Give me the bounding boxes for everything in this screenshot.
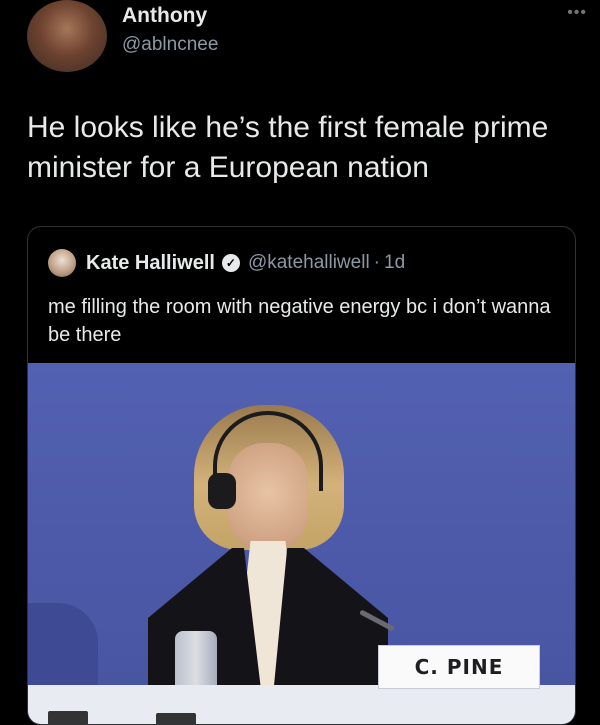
- quote-tweet-card[interactable]: Kate Halliwell ✓ @katehalliwell · 1d me …: [27, 226, 576, 725]
- verified-badge-icon: ✓: [221, 254, 240, 272]
- separator-dot: ·: [373, 252, 380, 273]
- table: [28, 685, 575, 724]
- device-left: [48, 711, 88, 724]
- tweet-header: Anthony @ablncnee •••: [27, 0, 587, 80]
- quote-text: me filling the room with negative energy…: [48, 296, 551, 346]
- quote-timestamp[interactable]: 1d: [384, 252, 405, 274]
- quote-photo[interactable]: C. PINE: [28, 363, 575, 724]
- author-avatar[interactable]: [27, 0, 107, 72]
- quote-header: Kate Halliwell ✓ @katehalliwell · 1d: [48, 249, 405, 277]
- author-handle[interactable]: @ablncnee: [122, 34, 218, 56]
- device-right: [156, 713, 196, 724]
- more-options-icon[interactable]: •••: [567, 4, 587, 22]
- quote-author-handle[interactable]: @katehalliwell: [248, 252, 370, 274]
- quote-author-avatar[interactable]: [48, 249, 76, 277]
- author-name[interactable]: Anthony: [122, 4, 207, 28]
- nameplate: C. PINE: [378, 645, 540, 689]
- tweet-text: He looks like he’s the first female prim…: [27, 111, 549, 184]
- person-face: [228, 443, 308, 553]
- headphones-icon: [208, 473, 236, 509]
- quote-author-name[interactable]: Kate Halliwell: [86, 252, 215, 275]
